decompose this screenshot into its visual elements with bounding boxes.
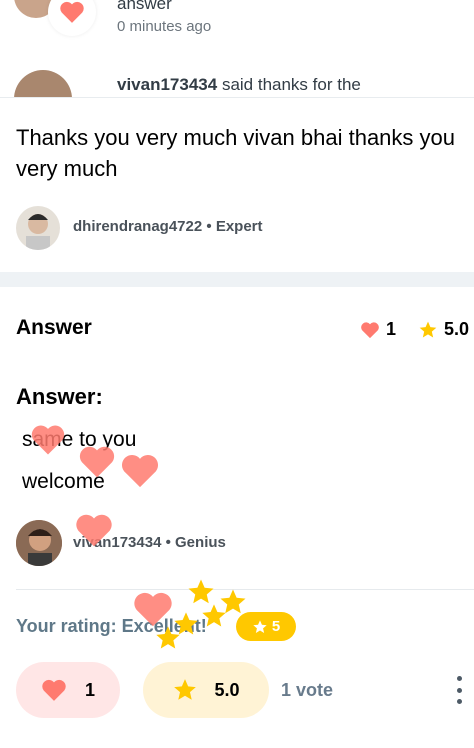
answer-label: Answer: xyxy=(16,384,103,409)
star-icon xyxy=(253,619,267,633)
thanks-button[interactable]: 1 xyxy=(16,662,120,718)
comment-author-name[interactable]: dhirendranag4722 xyxy=(73,218,202,235)
answer-heading: Answer xyxy=(16,316,92,339)
notification-time: 0 minutes ago xyxy=(117,18,212,35)
thanks-count: 1 xyxy=(84,679,95,700)
answer-line: same to you xyxy=(22,428,137,451)
answer-rating: 5.0 xyxy=(418,319,469,340)
user-photo-icon xyxy=(26,214,50,250)
answer-rating-value: 5.0 xyxy=(444,319,470,339)
notification-text: vivan173434 said thanks for the xyxy=(117,75,361,95)
avatar[interactable] xyxy=(16,206,60,250)
your-rating-value: 5 xyxy=(271,618,281,635)
your-rating-badge: 5 xyxy=(236,612,296,641)
answer-author-rank: Genius xyxy=(175,534,226,551)
rating-value: 5.0 xyxy=(214,679,240,700)
divider xyxy=(16,589,474,590)
avatar[interactable] xyxy=(16,520,62,566)
notification-text: answer xyxy=(117,0,172,13)
more-options-icon[interactable] xyxy=(452,676,466,704)
comment-author-rank: Expert xyxy=(215,218,263,235)
answer-likes-count: 1 xyxy=(386,319,397,339)
your-rating-label: Your rating: Excellent! xyxy=(16,616,207,636)
notification-action: said thanks for the xyxy=(221,75,361,94)
floating-star-icon xyxy=(188,579,214,604)
rate-button[interactable]: 5.0 xyxy=(143,662,269,718)
heart-icon xyxy=(361,321,379,338)
comment-card: Thanks you very much vivan bhai thanks y… xyxy=(0,97,474,272)
heart-icon xyxy=(60,1,84,23)
vote-count: 1 vote xyxy=(281,680,334,700)
notification-user[interactable]: vivan173434 xyxy=(117,75,217,94)
star-icon xyxy=(174,679,197,700)
heart-icon xyxy=(42,679,66,701)
comment-author[interactable]: dhirendranag4722 • Expert xyxy=(73,218,263,235)
comment-text: Thanks you very much vivan bhai thanks y… xyxy=(16,125,456,181)
answer-line: welcome xyxy=(22,470,105,493)
answer-author[interactable]: vivan173434 • Genius xyxy=(73,534,226,551)
answer-author-name[interactable]: vivan173434 xyxy=(73,534,161,551)
heart-badge xyxy=(48,0,96,36)
section-divider xyxy=(0,272,474,287)
floating-heart-icon xyxy=(121,454,159,488)
user-photo-icon xyxy=(16,520,62,566)
answer-likes: 1 xyxy=(360,319,396,340)
star-icon xyxy=(419,321,437,337)
